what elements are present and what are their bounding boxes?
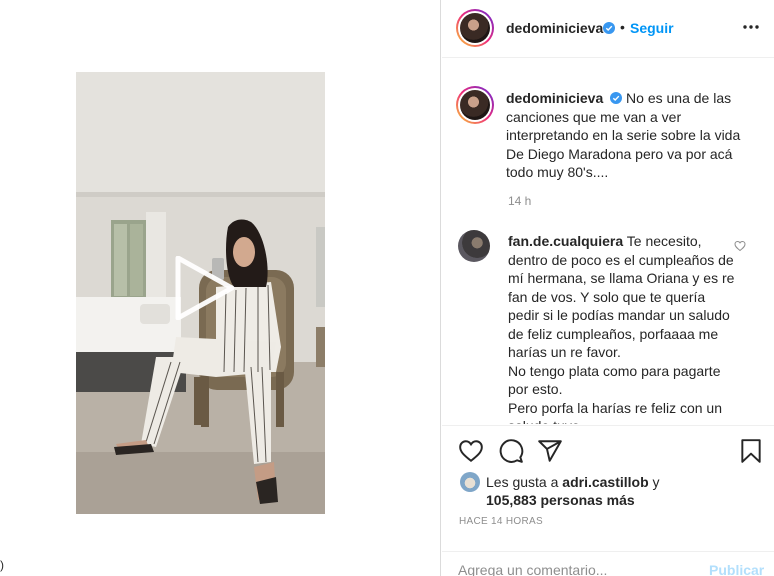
commenter-username[interactable]: fan.de.cualquiera	[508, 233, 623, 249]
heart-icon[interactable]	[458, 438, 484, 464]
publish-button[interactable]: Publicar	[709, 562, 764, 576]
author-username[interactable]: dedominicieva	[506, 20, 603, 36]
bookmark-icon[interactable]	[738, 438, 764, 464]
liker-username[interactable]: adri.castillob	[562, 474, 648, 490]
author-avatar[interactable]	[456, 9, 494, 47]
commenter-avatar[interactable]	[458, 230, 490, 262]
likes-count[interactable]: 105,883 personas más	[486, 492, 635, 508]
separator-dot: •	[620, 19, 625, 35]
play-button[interactable]	[172, 255, 236, 321]
edge-glyph: )	[0, 558, 4, 572]
post-panel: dedominicieva • Seguir dedominicieva No …	[442, 0, 774, 576]
liker-avatar[interactable]	[460, 472, 480, 492]
comment-body-line-1: Te necesito, dentro de poco es el cumple…	[508, 233, 735, 360]
post-actions-section: Les gusta a adri.castillob y 105,883 per…	[442, 425, 774, 576]
post-time-ago[interactable]: HACE 14 HORAS	[459, 516, 543, 527]
paper-plane-icon[interactable]	[537, 438, 563, 464]
comment-item: fan.de.cualquiera Te necesito, dentro de…	[458, 230, 758, 424]
caption-author-avatar[interactable]	[456, 86, 494, 124]
add-comment-bar: Publicar	[442, 551, 774, 576]
likes-conjunction: y	[652, 474, 660, 490]
verified-badge-icon	[603, 22, 615, 34]
comment-like-heart-icon[interactable]	[734, 240, 746, 252]
comment-text-block: fan.de.cualquiera Te necesito, dentro de…	[508, 232, 738, 424]
likes-prefix: Les gusta a	[486, 474, 559, 490]
comment-input[interactable]	[458, 560, 688, 576]
comment-bubble-icon[interactable]	[498, 438, 524, 464]
media-column: )	[0, 0, 441, 576]
more-dots-icon[interactable]	[742, 20, 760, 34]
verified-badge-icon	[610, 92, 623, 104]
caption-author-username[interactable]: dedominicieva	[506, 90, 603, 106]
comment-body-line-2: No tengo plata como para pagarte por est…	[508, 362, 721, 398]
caption-text-block: dedominicieva No es una de las canciones…	[506, 89, 756, 182]
follow-button[interactable]: Seguir	[630, 20, 674, 36]
verified-badge	[600, 20, 615, 38]
play-icon	[175, 255, 235, 321]
likes-line: Les gusta a adri.castillob y	[486, 474, 660, 490]
comment-body-line-3: Pero porfa la harías re feliz con un sal…	[508, 399, 723, 425]
caption-timestamp[interactable]: 14 h	[508, 194, 531, 208]
post-header: dedominicieva • Seguir	[442, 0, 774, 58]
